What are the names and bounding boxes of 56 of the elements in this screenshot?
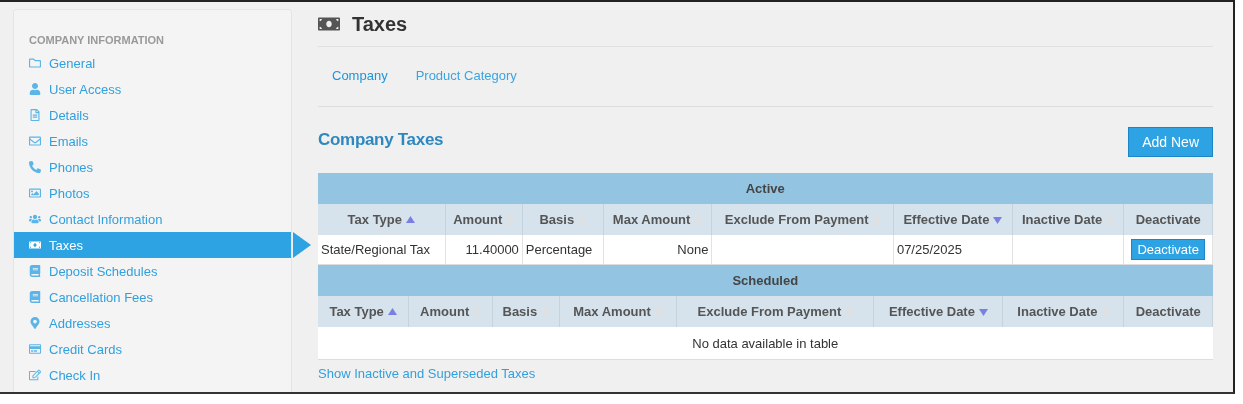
page-title: Taxes xyxy=(352,12,408,36)
envelope-icon xyxy=(29,135,41,147)
sidebar-item[interactable]: General xyxy=(14,50,291,76)
empty-table-message: No data available in table xyxy=(318,327,1213,360)
user-icon xyxy=(29,83,41,95)
sidebar-item[interactable]: Cancellation Fees xyxy=(14,284,291,310)
column-header[interactable]: Tax Type xyxy=(318,204,446,235)
column-header[interactable]: Amount xyxy=(408,296,493,327)
column-header[interactable]: Effective Date xyxy=(873,296,1003,327)
column-header[interactable]: Amount xyxy=(445,204,523,235)
column-header[interactable]: Max Amount xyxy=(603,204,712,235)
map-pin-icon xyxy=(29,317,41,329)
column-header[interactable]: Inactive Date xyxy=(1002,296,1124,327)
table-cell: 11.40000 xyxy=(445,235,523,265)
sidebar-item[interactable]: Addresses xyxy=(14,310,291,336)
table-group-header: Scheduled xyxy=(318,265,1213,296)
table-cell: None xyxy=(603,235,712,265)
sidebar-item[interactable]: Phones xyxy=(14,154,291,180)
sidebar-item[interactable]: User Access xyxy=(14,76,291,102)
sidebar-item[interactable]: Photos xyxy=(14,180,291,206)
table-group-header: Active xyxy=(318,173,1213,204)
column-header[interactable]: Inactive Date xyxy=(1012,204,1124,235)
column-header[interactable]: Max Amount xyxy=(559,296,677,327)
people-icon xyxy=(29,213,41,225)
add-new-button[interactable]: Add New xyxy=(1128,127,1213,157)
book-icon xyxy=(29,291,41,303)
sidebar-item[interactable]: Deposit Schedules xyxy=(14,258,291,284)
column-header[interactable]: Exclude From Payment xyxy=(676,296,874,327)
column-header[interactable]: Effective Date xyxy=(893,204,1013,235)
banknote-icon xyxy=(29,239,41,251)
table-cell: 07/25/2025 xyxy=(893,235,1013,265)
document-icon xyxy=(29,109,41,121)
tab[interactable]: Product Category xyxy=(405,62,527,91)
column-header[interactable]: Exclude From Payment xyxy=(711,204,894,235)
credit-card-icon xyxy=(29,343,41,355)
sidebar-item[interactable]: Contact Information xyxy=(14,206,291,232)
book-icon xyxy=(29,265,41,277)
image-icon xyxy=(29,187,41,199)
deactivate-button[interactable]: Deactivate xyxy=(1131,239,1205,260)
column-header: Deactivate xyxy=(1123,204,1213,235)
section-title: Company Taxes xyxy=(318,130,444,150)
sidebar-item[interactable]: Emails xyxy=(14,128,291,154)
folder-icon xyxy=(29,57,41,69)
phone-icon xyxy=(29,161,41,173)
table-cell: Percentage xyxy=(522,235,604,265)
edit-icon xyxy=(29,369,41,381)
column-header[interactable]: Tax Type xyxy=(318,296,409,327)
sidebar-item[interactable]: Credit Cards xyxy=(14,336,291,362)
column-header[interactable]: Basis xyxy=(522,204,604,235)
sidebar-item[interactable]: Check In xyxy=(14,362,291,388)
table-cell: State/Regional Tax xyxy=(318,235,446,265)
column-header: Deactivate xyxy=(1123,296,1213,327)
sidebar-item[interactable]: Details xyxy=(14,102,291,128)
tab[interactable]: Company xyxy=(322,62,398,91)
sidebar-heading: COMPANY INFORMATION xyxy=(28,34,166,48)
column-header[interactable]: Basis xyxy=(492,296,560,327)
